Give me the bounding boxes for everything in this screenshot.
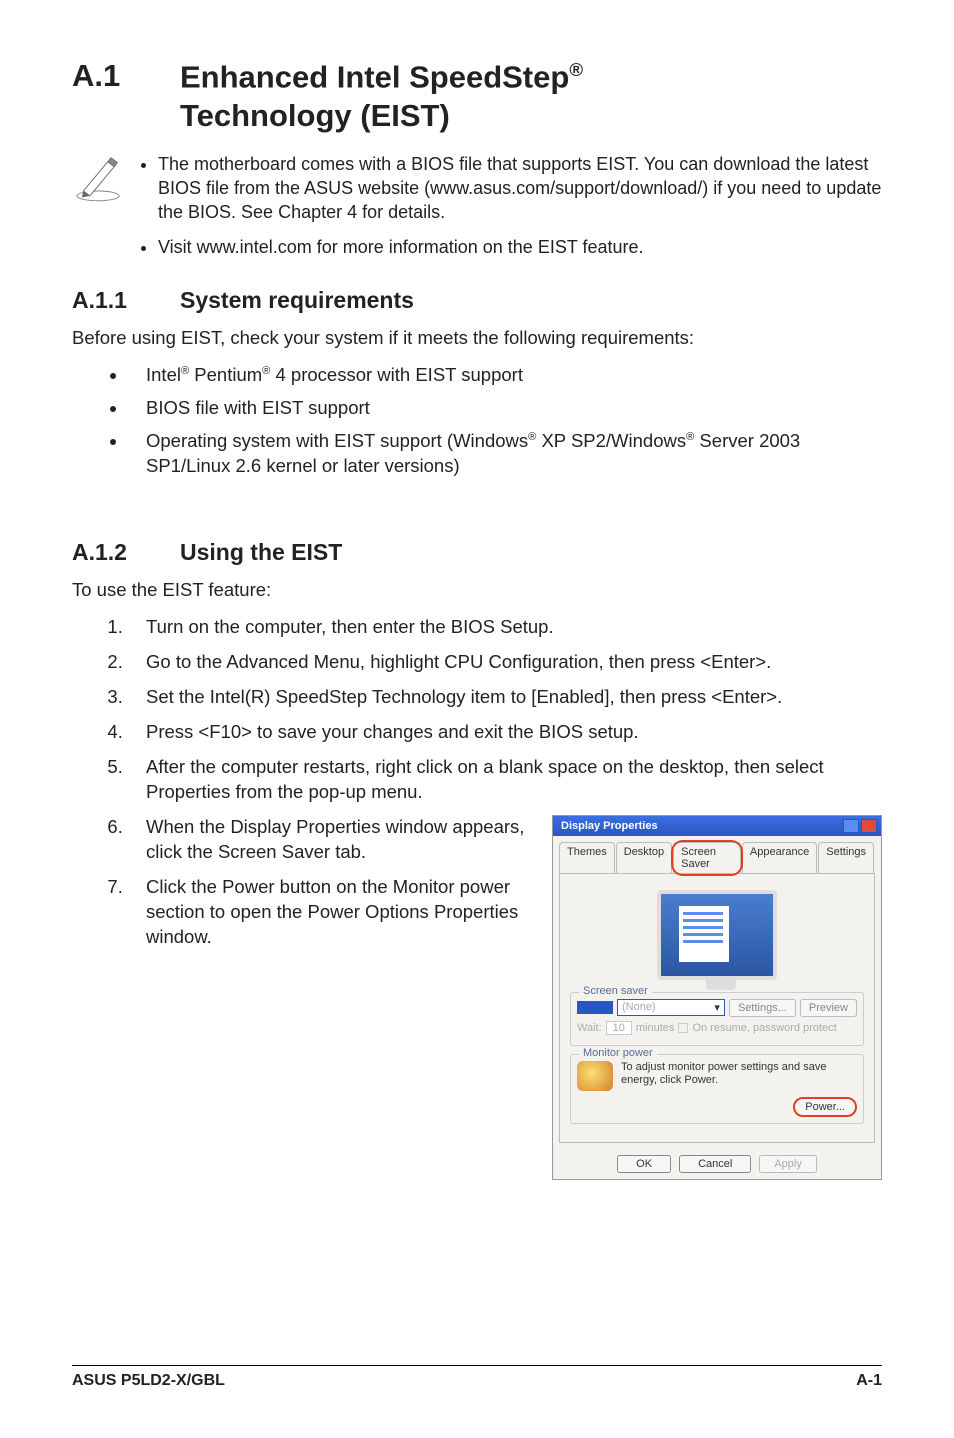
- intro-paragraph: Before using EIST, check your system if …: [72, 326, 882, 351]
- subheading-text: Using the EIST: [180, 539, 342, 566]
- monitor-preview: [570, 884, 864, 992]
- preview-button[interactable]: Preview: [800, 999, 857, 1017]
- window-title: Display Properties: [561, 820, 658, 832]
- power-text: To adjust monitor power settings and sav…: [621, 1061, 857, 1087]
- wait-label: Wait:: [577, 1022, 602, 1034]
- subheading-number: A.1.2: [72, 539, 180, 566]
- note-list: The motherboard comes with a BIOS file t…: [140, 152, 882, 269]
- section-heading-a12: A.1.2 Using the EIST: [72, 539, 882, 566]
- footer-product: ASUS P5LD2-X/GBL: [72, 1372, 225, 1390]
- cancel-button[interactable]: Cancel: [679, 1155, 751, 1173]
- intro-paragraph: To use the EIST feature:: [72, 578, 882, 603]
- page-footer: ASUS P5LD2-X/GBL A-1: [72, 1365, 882, 1390]
- resume-label: On resume, password protect: [692, 1022, 836, 1034]
- section-heading-a1: A.1 Enhanced Intel SpeedStep® Technology…: [72, 58, 882, 136]
- subheading-number: A.1.1: [72, 287, 180, 314]
- note-item: Visit www.intel.com for more information…: [158, 235, 882, 259]
- list-item: Go to the Advanced Menu, highlight CPU C…: [128, 650, 882, 675]
- screensaver-select[interactable]: (None)▾: [617, 999, 725, 1016]
- help-icon[interactable]: [843, 819, 859, 833]
- footer-page-number: A-1: [856, 1372, 882, 1390]
- fieldset-legend: Monitor power: [579, 1047, 657, 1059]
- list-item: Intel® Pentium® 4 processor with EIST su…: [128, 363, 882, 388]
- requirements-list: Intel® Pentium® 4 processor with EIST su…: [72, 363, 882, 479]
- energy-star-icon: [577, 1061, 613, 1091]
- tab-settings[interactable]: Settings: [818, 842, 874, 873]
- window-titlebar: Display Properties: [553, 816, 881, 836]
- tab-screen-saver[interactable]: Screen Saver: [673, 842, 741, 873]
- display-properties-window: Display Properties Themes Desktop Screen…: [552, 815, 882, 1180]
- list-item: Operating system with EIST support (Wind…: [128, 429, 882, 479]
- apply-button[interactable]: Apply: [759, 1155, 817, 1173]
- power-button[interactable]: Power...: [793, 1097, 857, 1117]
- list-item: Click the Power button on the Monitor po…: [128, 875, 532, 950]
- list-item: Set the Intel(R) SpeedStep Technology it…: [128, 685, 882, 710]
- note-block: The motherboard comes with a BIOS file t…: [72, 152, 882, 269]
- subheading-text: System requirements: [180, 287, 414, 314]
- note-item: The motherboard comes with a BIOS file t…: [158, 152, 882, 225]
- section-heading-a11: A.1.1 System requirements: [72, 287, 882, 314]
- heading-number: A.1: [72, 58, 180, 94]
- wait-unit: minutes: [636, 1022, 675, 1034]
- list-item: After the computer restarts, right click…: [128, 755, 882, 805]
- tab-themes[interactable]: Themes: [559, 842, 615, 873]
- list-item: When the Display Properties window appea…: [128, 815, 532, 865]
- tab-appearance[interactable]: Appearance: [742, 842, 817, 873]
- tabs-row: Themes Desktop Screen Saver Appearance S…: [553, 836, 881, 873]
- list-item: Turn on the computer, then enter the BIO…: [128, 615, 882, 640]
- resume-checkbox[interactable]: [678, 1023, 688, 1033]
- heading-text: Enhanced Intel SpeedStep® Technology (EI…: [180, 58, 583, 136]
- monitor-power-fieldset: Monitor power To adjust monitor power se…: [570, 1054, 864, 1124]
- tab-desktop[interactable]: Desktop: [616, 842, 672, 873]
- fieldset-legend: Screen saver: [579, 985, 652, 997]
- screensaver-fieldset: Screen saver (None)▾ Settings... Preview…: [570, 992, 864, 1046]
- wait-stepper[interactable]: 10: [606, 1021, 632, 1035]
- ok-button[interactable]: OK: [617, 1155, 671, 1173]
- steps-list-continued: When the Display Properties window appea…: [72, 815, 532, 950]
- list-item: Press <F10> to save your changes and exi…: [128, 720, 882, 745]
- select-highlight: [577, 1001, 613, 1014]
- list-item: BIOS file with EIST support: [128, 396, 882, 421]
- pencil-note-icon: [72, 152, 140, 269]
- close-icon[interactable]: [861, 819, 877, 833]
- tab-panel: Screen saver (None)▾ Settings... Preview…: [559, 873, 875, 1143]
- chevron-down-icon: ▾: [714, 1001, 720, 1014]
- settings-button[interactable]: Settings...: [729, 999, 796, 1017]
- dialog-buttons: OK Cancel Apply: [553, 1149, 881, 1179]
- steps-list: Turn on the computer, then enter the BIO…: [72, 615, 882, 805]
